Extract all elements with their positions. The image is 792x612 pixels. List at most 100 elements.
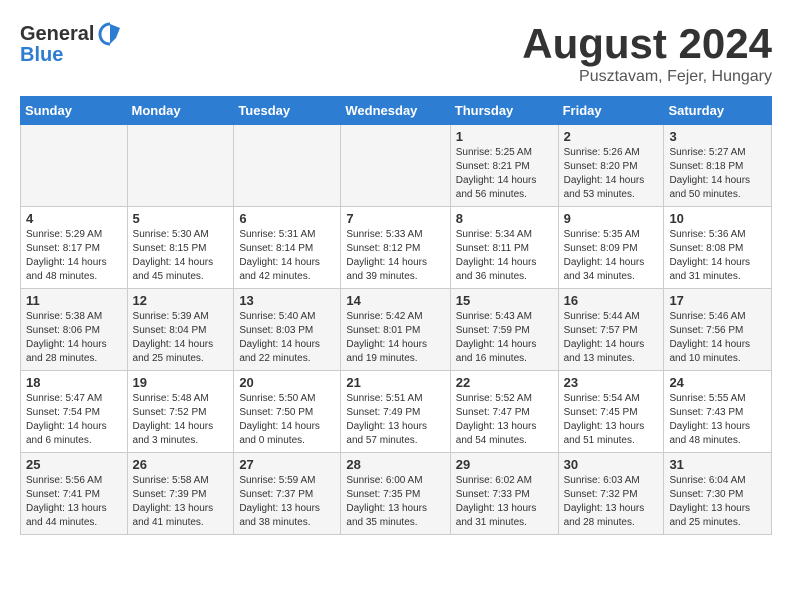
day-number: 12 <box>133 293 229 308</box>
logo-icon <box>96 20 124 48</box>
day-number: 28 <box>346 457 444 472</box>
page-header: General Blue August 2024 Pusztavam, Feje… <box>20 20 772 86</box>
weekday-header-sunday: Sunday <box>21 97 128 125</box>
calendar-cell: 7Sunrise: 5:33 AM Sunset: 8:12 PM Daylig… <box>341 207 450 289</box>
day-number: 20 <box>239 375 335 390</box>
day-info: Sunrise: 6:00 AM Sunset: 7:35 PM Dayligh… <box>346 474 444 530</box>
calendar-cell: 18Sunrise: 5:47 AM Sunset: 7:54 PM Dayli… <box>21 371 128 453</box>
calendar-cell: 15 Sunrise: 5:43 AM Sunset: 7:59 PM Dayli… <box>450 289 558 371</box>
calendar-week-5: 25 Sunrise: 5:56 AM Sunset: 7:41 PM Dayli… <box>21 453 772 535</box>
logo: General Blue <box>20 20 124 67</box>
day-info: Sunrise: 5:36 AM Sunset: 8:08 PM Dayligh… <box>669 228 766 284</box>
calendar-cell: 25 Sunrise: 5:56 AM Sunset: 7:41 PM Dayli… <box>21 453 128 535</box>
day-info: Sunrise: 5:39 AM Sunset: 8:04 PM Dayligh… <box>133 310 229 366</box>
day-number: 8 <box>456 211 553 226</box>
day-number: 11 <box>26 293 122 308</box>
calendar-cell: 12 Sunrise: 5:39 AM Sunset: 8:04 PM Dayli… <box>127 289 234 371</box>
day-info: Sunrise: 5:30 AM Sunset: 8:15 PM Dayligh… <box>133 228 229 284</box>
day-info: Sunrise: 5:26 AM Sunset: 8:20 PM Dayligh… <box>564 146 659 202</box>
calendar-cell: 1 Sunrise: 5:25 AM Sunset: 8:21 PM Daylig… <box>450 125 558 207</box>
calendar-cell: 31 Sunrise: 6:04 AM Sunset: 7:30 PM Dayli… <box>664 453 772 535</box>
calendar-cell: 23Sunrise: 5:54 AM Sunset: 7:45 PM Dayli… <box>558 371 664 453</box>
day-number: 29 <box>456 457 553 472</box>
day-number: 27 <box>239 457 335 472</box>
day-info: Sunrise: 6:04 AM Sunset: 7:30 PM Dayligh… <box>669 474 766 530</box>
weekday-header-tuesday: Tuesday <box>234 97 341 125</box>
day-number: 18 <box>26 375 122 390</box>
day-number: 3 <box>669 129 766 144</box>
day-number: 9 <box>564 211 659 226</box>
day-number: 2 <box>564 129 659 144</box>
day-number: 6 <box>239 211 335 226</box>
calendar-cell: 11 Sunrise: 5:38 AM Sunset: 8:06 PM Dayli… <box>21 289 128 371</box>
day-number: 19 <box>133 375 229 390</box>
calendar-cell: 24 Sunrise: 5:55 AM Sunset: 7:43 PM Dayli… <box>664 371 772 453</box>
day-info: Sunrise: 5:25 AM Sunset: 8:21 PM Dayligh… <box>456 146 553 202</box>
calendar-cell: 21 Sunrise: 5:51 AM Sunset: 7:49 PM Dayli… <box>341 371 450 453</box>
calendar-cell: 26 Sunrise: 5:58 AM Sunset: 7:39 PM Dayli… <box>127 453 234 535</box>
day-number: 24 <box>669 375 766 390</box>
calendar-cell: 14 Sunrise: 5:42 AM Sunset: 8:01 PM Dayli… <box>341 289 450 371</box>
day-number: 30 <box>564 457 659 472</box>
calendar-header-row: SundayMondayTuesdayWednesdayThursdayFrid… <box>21 97 772 125</box>
calendar-cell: 16Sunrise: 5:44 AM Sunset: 7:57 PM Dayli… <box>558 289 664 371</box>
location-text: Pusztavam, Fejer, Hungary <box>522 68 772 86</box>
calendar-cell: 19 Sunrise: 5:48 AM Sunset: 7:52 PM Dayli… <box>127 371 234 453</box>
calendar-cell: 22Sunrise: 5:52 AM Sunset: 7:47 PM Dayli… <box>450 371 558 453</box>
day-info: Sunrise: 5:59 AM Sunset: 7:37 PM Dayligh… <box>239 474 335 530</box>
calendar-cell: 10 Sunrise: 5:36 AM Sunset: 8:08 PM Dayli… <box>664 207 772 289</box>
calendar-cell <box>234 125 341 207</box>
day-info: Sunrise: 5:38 AM Sunset: 8:06 PM Dayligh… <box>26 310 122 366</box>
calendar-cell: 30 Sunrise: 6:03 AM Sunset: 7:32 PM Dayli… <box>558 453 664 535</box>
day-info: Sunrise: 5:50 AM Sunset: 7:50 PM Dayligh… <box>239 392 335 448</box>
day-info: Sunrise: 5:55 AM Sunset: 7:43 PM Dayligh… <box>669 392 766 448</box>
day-number: 15 <box>456 293 553 308</box>
day-info: Sunrise: 6:03 AM Sunset: 7:32 PM Dayligh… <box>564 474 659 530</box>
day-number: 14 <box>346 293 444 308</box>
calendar-cell: 3 Sunrise: 5:27 AM Sunset: 8:18 PM Daylig… <box>664 125 772 207</box>
day-number: 25 <box>26 457 122 472</box>
calendar-cell: 17Sunrise: 5:46 AM Sunset: 7:56 PM Dayli… <box>664 289 772 371</box>
day-number: 4 <box>26 211 122 226</box>
day-info: Sunrise: 5:40 AM Sunset: 8:03 PM Dayligh… <box>239 310 335 366</box>
calendar-cell <box>127 125 234 207</box>
calendar-cell: 8Sunrise: 5:34 AM Sunset: 8:11 PM Daylig… <box>450 207 558 289</box>
day-info: Sunrise: 5:27 AM Sunset: 8:18 PM Dayligh… <box>669 146 766 202</box>
month-title: August 2024 <box>522 20 772 68</box>
calendar-cell <box>341 125 450 207</box>
day-number: 26 <box>133 457 229 472</box>
day-info: Sunrise: 6:02 AM Sunset: 7:33 PM Dayligh… <box>456 474 553 530</box>
logo-general-text: General <box>20 23 94 46</box>
calendar-week-1: 1 Sunrise: 5:25 AM Sunset: 8:21 PM Daylig… <box>21 125 772 207</box>
day-info: Sunrise: 5:42 AM Sunset: 8:01 PM Dayligh… <box>346 310 444 366</box>
day-number: 31 <box>669 457 766 472</box>
day-info: Sunrise: 5:51 AM Sunset: 7:49 PM Dayligh… <box>346 392 444 448</box>
day-number: 17 <box>669 293 766 308</box>
title-section: August 2024 Pusztavam, Fejer, Hungary <box>522 20 772 86</box>
day-info: Sunrise: 5:43 AM Sunset: 7:59 PM Dayligh… <box>456 310 553 366</box>
weekday-header-wednesday: Wednesday <box>341 97 450 125</box>
calendar-cell: 27 Sunrise: 5:59 AM Sunset: 7:37 PM Dayli… <box>234 453 341 535</box>
calendar-cell: 29 Sunrise: 6:02 AM Sunset: 7:33 PM Dayli… <box>450 453 558 535</box>
day-number: 10 <box>669 211 766 226</box>
calendar-cell: 13 Sunrise: 5:40 AM Sunset: 8:03 PM Dayli… <box>234 289 341 371</box>
day-info: Sunrise: 5:54 AM Sunset: 7:45 PM Dayligh… <box>564 392 659 448</box>
calendar-cell: 2 Sunrise: 5:26 AM Sunset: 8:20 PM Daylig… <box>558 125 664 207</box>
day-info: Sunrise: 5:48 AM Sunset: 7:52 PM Dayligh… <box>133 392 229 448</box>
weekday-header-monday: Monday <box>127 97 234 125</box>
day-number: 7 <box>346 211 444 226</box>
day-info: Sunrise: 5:58 AM Sunset: 7:39 PM Dayligh… <box>133 474 229 530</box>
day-number: 1 <box>456 129 553 144</box>
day-number: 22 <box>456 375 553 390</box>
calendar-cell: 28 Sunrise: 6:00 AM Sunset: 7:35 PM Dayli… <box>341 453 450 535</box>
day-info: Sunrise: 5:29 AM Sunset: 8:17 PM Dayligh… <box>26 228 122 284</box>
day-number: 21 <box>346 375 444 390</box>
logo-blue-text: Blue <box>20 44 63 67</box>
calendar-week-4: 18Sunrise: 5:47 AM Sunset: 7:54 PM Dayli… <box>21 371 772 453</box>
calendar-cell <box>21 125 128 207</box>
calendar-table: SundayMondayTuesdayWednesdayThursdayFrid… <box>20 96 772 535</box>
day-info: Sunrise: 5:44 AM Sunset: 7:57 PM Dayligh… <box>564 310 659 366</box>
weekday-header-thursday: Thursday <box>450 97 558 125</box>
day-info: Sunrise: 5:56 AM Sunset: 7:41 PM Dayligh… <box>26 474 122 530</box>
day-number: 13 <box>239 293 335 308</box>
